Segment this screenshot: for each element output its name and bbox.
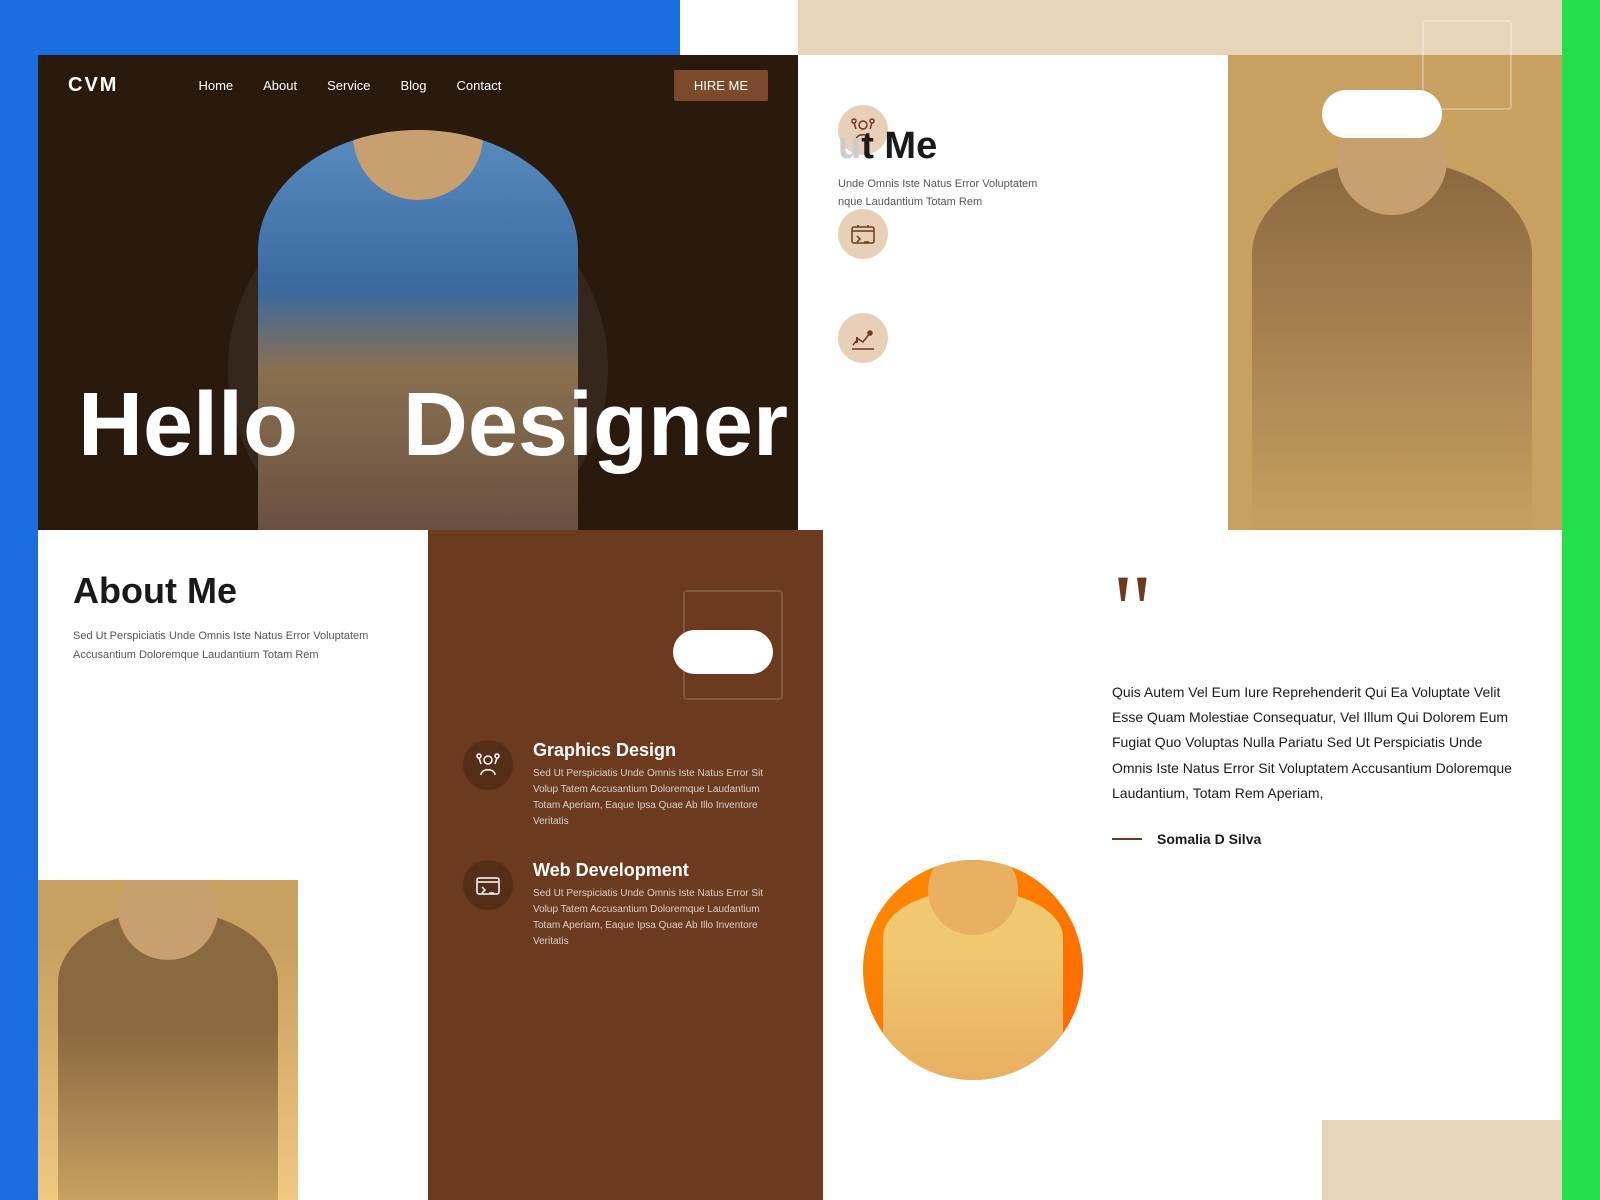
service-mid-item-0: Graphics Design Sed Ut Perspiciatis Unde… <box>463 740 788 830</box>
author-dash <box>1112 838 1142 840</box>
nav-home[interactable]: Home <box>198 78 233 93</box>
hero-panel: CVM Home About Service Blog Contact HIRE… <box>38 55 798 530</box>
marketing-icon <box>848 323 878 353</box>
person-photo-bottom <box>38 880 298 1200</box>
nav-contact[interactable]: Contact <box>457 78 502 93</box>
main-wrapper: CVM Home About Service Blog Contact HIRE… <box>38 0 1562 1200</box>
webdev-icon-wrap <box>838 209 888 259</box>
hero-designer-text: Designer <box>403 380 788 470</box>
service-right-desc-1: Sed Ut Perspiciatis Unde Omnis Iste Natu… <box>908 235 1198 283</box>
service-mid-content-1: Web Development Sed Ut Perspiciatis Unde… <box>533 860 788 950</box>
service-mid-desc-0: Sed Ut Perspiciatis Unde Omnis Iste Natu… <box>533 766 788 830</box>
service-right-content-1: Web Development Sed Ut Perspiciatis Unde… <box>908 209 1198 283</box>
service-right-title-1: Web Development <box>908 209 1198 230</box>
about-me-top-title: ut Me <box>838 125 1037 168</box>
about-me-title: About Me <box>73 570 393 612</box>
quote-marks: " <box>1112 570 1512 650</box>
testimonial-content: " Quis Autem Vel Eum Iure Reprehenderit … <box>1112 570 1512 847</box>
tan-box-bottom <box>1322 1120 1562 1200</box>
about-me-top-subtitle: Unde Omnis Iste Natus Error Voluptatemnq… <box>838 176 1037 211</box>
nav-about[interactable]: About <box>263 78 297 93</box>
service-right-content-2: Marketing Analysis Sed Ut Perspiciatis U… <box>908 313 1198 387</box>
site-logo: CVM <box>68 74 118 97</box>
bottom-mid-panel: Graphics Design Sed Ut Perspiciatis Unde… <box>428 530 823 1200</box>
person-bottom-figure <box>58 910 278 1200</box>
hero-hello-text: Hello <box>78 380 298 470</box>
hire-me-button[interactable]: HIRE ME <box>674 70 768 101</box>
nav-blog[interactable]: Blog <box>400 78 426 93</box>
service-right-title-0: Graphics Design <box>908 105 1198 126</box>
person-figure <box>1252 160 1532 540</box>
service-mid-item-1: Web Development Sed Ut Perspiciatis Unde… <box>463 860 788 950</box>
service-mid-content-0: Graphics Design Sed Ut Perspiciatis Unde… <box>533 740 788 830</box>
service-mid-icon-0 <box>463 740 513 790</box>
web-dev-icon <box>848 219 878 249</box>
hero-head <box>353 130 483 200</box>
person-bottom-head <box>118 880 218 960</box>
about-me-section: About Me Sed Ut Perspiciatis Unde Omnis … <box>73 570 393 664</box>
service-mid-title-0: Graphics Design <box>533 740 788 761</box>
nav-links: Home About Service Blog Contact <box>198 78 673 93</box>
service-mid-title-1: Web Development <box>533 860 788 881</box>
author-line: Somalia D Silva <box>1112 831 1512 847</box>
service-mid-desc-1: Sed Ut Perspiciatis Unde Omnis Iste Natu… <box>533 886 788 950</box>
graphic-design-icon-mid <box>473 750 503 780</box>
author-name: Somalia D Silva <box>1157 831 1261 847</box>
testimonial-text: Quis Autem Vel Eum Iure Reprehenderit Qu… <box>1112 680 1512 806</box>
testimonial-head <box>928 860 1018 935</box>
service-right-title-2: Marketing Analysis <box>908 313 1198 334</box>
bg-blue-left-strip <box>0 0 38 1200</box>
bottom-right-panel: " Quis Autem Vel Eum Iure Reprehenderit … <box>823 530 1562 1200</box>
services-mid-list: Graphics Design Sed Ut Perspiciatis Unde… <box>463 740 788 950</box>
service-right-item-2: Marketing Analysis Sed Ut Perspiciatis U… <box>838 313 1198 387</box>
service-right-item-1: Web Development Sed Ut Perspiciatis Unde… <box>838 209 1198 283</box>
bg-green-right-strip <box>1562 0 1600 1200</box>
deco-square-top <box>1422 20 1512 110</box>
about-me-header: ut Me Unde Omnis Iste Natus Error Volupt… <box>838 125 1037 211</box>
hero-nav: CVM Home About Service Blog Contact HIRE… <box>38 55 798 115</box>
testimonial-person-photo <box>863 860 1083 1080</box>
nav-service[interactable]: Service <box>327 78 370 93</box>
right-top-panel: ut Me Unde Omnis Iste Natus Error Volupt… <box>798 0 1562 540</box>
testimonial-figure <box>883 890 1063 1080</box>
web-dev-icon-mid <box>473 870 503 900</box>
white-pill-mid <box>673 630 773 674</box>
marketing-icon-wrap <box>838 313 888 363</box>
service-right-desc-2: Sed Ut Perspiciatis Unde Omnis Iste Natu… <box>908 339 1198 387</box>
service-mid-icon-1 <box>463 860 513 910</box>
about-me-subtitle: Sed Ut Perspiciatis Unde Omnis Iste Natu… <box>73 627 393 664</box>
bottom-left-panel: About Me Sed Ut Perspiciatis Unde Omnis … <box>38 530 428 1200</box>
